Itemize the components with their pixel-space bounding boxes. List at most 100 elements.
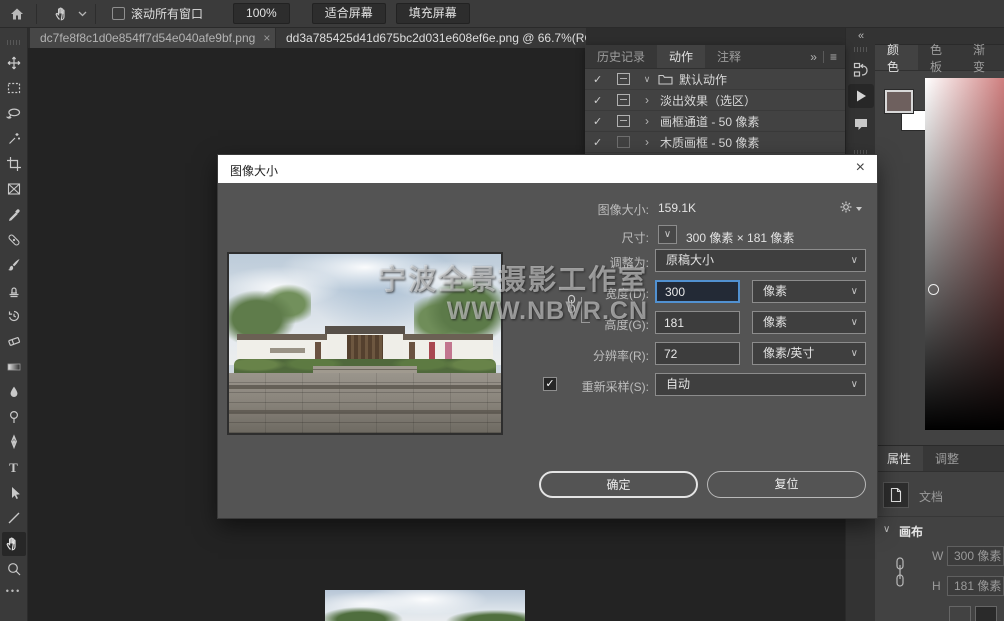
tab-swatches[interactable]: 色板 — [918, 45, 961, 70]
dialog-title-bar[interactable]: 图像大小 × — [218, 155, 877, 183]
tab-color[interactable]: 颜色 — [875, 45, 918, 70]
zoom-100-button[interactable]: 100% — [233, 3, 290, 24]
height-unit-dropdown[interactable]: 像素 ∨ — [752, 311, 866, 334]
pen-tool[interactable] — [2, 430, 26, 454]
fill-screen-button[interactable]: 填充屏幕 — [396, 3, 470, 24]
lasso-tool[interactable] — [2, 102, 26, 126]
ok-button[interactable]: 确定 — [539, 471, 698, 498]
document-tab-1[interactable]: dc7fe8f8c1d0e854ff7d54e040afe9bf.png × — [30, 28, 275, 48]
chevron-down-icon: ∨ — [851, 250, 858, 271]
chevron-right-icon[interactable]: › — [640, 114, 654, 128]
frame-tool[interactable] — [2, 177, 26, 201]
resample-checkbox[interactable]: ✓ — [543, 377, 557, 391]
collapse-panels-icon[interactable]: « — [846, 30, 876, 42]
options-bar: 滚动所有窗口 100% 适合屏幕 填充屏幕 — [0, 0, 1004, 28]
notes-panel-icon[interactable] — [848, 112, 874, 136]
tab-notes[interactable]: 注释 — [705, 45, 753, 68]
preview-image[interactable] — [227, 252, 503, 435]
eraser-tool[interactable] — [2, 329, 26, 353]
width-label: 宽度(D): — [605, 285, 649, 302]
marquee-tool[interactable] — [2, 76, 26, 100]
height-input[interactable] — [655, 311, 740, 334]
chevron-right-icon[interactable]: › — [640, 93, 654, 107]
eyedropper-tool[interactable] — [2, 203, 26, 227]
tab-actions[interactable]: 动作 — [657, 45, 705, 68]
resolution-unit-value: 像素/英寸 — [763, 346, 814, 360]
crop-tool[interactable] — [2, 152, 26, 176]
link-dimensions-icon[interactable] — [893, 556, 907, 588]
tab-history[interactable]: 历史记录 — [585, 45, 657, 68]
reset-button[interactable]: 复位 — [707, 471, 866, 498]
link-dimensions-icon[interactable] — [565, 294, 578, 314]
magic-wand-tool[interactable] — [2, 127, 26, 151]
canvas-height-value[interactable]: 181 像素 — [947, 576, 1004, 596]
resolution-unit-dropdown[interactable]: 像素/英寸 ∨ — [752, 342, 866, 365]
foreground-color-swatch[interactable] — [885, 90, 913, 113]
dimensions-chevron-icon[interactable]: ∨ — [658, 225, 677, 244]
width-unit-dropdown[interactable]: 像素 ∨ — [752, 280, 866, 303]
gear-icon[interactable] — [838, 199, 854, 215]
resample-dropdown[interactable]: 自动 ∨ — [655, 373, 866, 396]
home-icon[interactable] — [4, 2, 30, 26]
move-tool[interactable] — [2, 51, 26, 75]
action-row[interactable]: ✓ › 淡出效果（选区） — [585, 90, 845, 111]
tab-adjustments[interactable]: 调整 — [923, 446, 971, 471]
modal-control-icon[interactable] — [617, 94, 630, 106]
dodge-tool[interactable] — [2, 405, 26, 429]
line-tool[interactable] — [2, 506, 26, 530]
healing-brush-tool[interactable] — [2, 228, 26, 252]
chevron-down-icon: ∨ — [851, 312, 858, 333]
type-tool[interactable]: T — [2, 456, 26, 480]
panel-menu-icon[interactable]: ≡ — [830, 50, 837, 64]
modal-control-icon[interactable] — [617, 136, 630, 148]
zoom-tool[interactable] — [2, 557, 26, 581]
background-color-swatch[interactable] — [901, 110, 927, 131]
tab-properties[interactable]: 属性 — [875, 446, 923, 471]
panel-grip[interactable] — [7, 40, 21, 45]
action-row[interactable]: ✓ › 画框通道 - 50 像素 — [585, 111, 845, 132]
chevron-right-icon[interactable]: › — [640, 135, 654, 149]
color-picker-field[interactable] — [925, 78, 1004, 430]
panel-grip[interactable] — [854, 47, 868, 52]
dialog-title: 图像大小 — [230, 162, 278, 179]
play-actions-icon[interactable] — [848, 84, 874, 108]
more-tools-icon[interactable]: ••• — [6, 586, 21, 596]
blur-tool[interactable] — [2, 380, 26, 404]
hand-tool-icon[interactable] — [49, 2, 75, 26]
double-chevron-right-icon[interactable]: » — [810, 50, 817, 64]
hand-tool[interactable] — [2, 532, 26, 556]
scroll-all-windows-checkbox[interactable] — [112, 7, 125, 20]
path-select-tool[interactable] — [2, 481, 26, 505]
close-dialog-icon[interactable]: × — [856, 159, 865, 177]
resolution-input[interactable] — [655, 342, 740, 365]
tab-gradients[interactable]: 渐变 — [961, 45, 1004, 70]
modal-control-icon[interactable] — [617, 115, 630, 127]
history-brush-tool[interactable] — [2, 304, 26, 328]
check-icon[interactable]: ✓ — [593, 136, 607, 149]
canvas-icon[interactable] — [975, 606, 997, 621]
document-tab-2[interactable]: dd3a785425d41d675bc2d031e608ef6e.png @ 6… — [276, 28, 586, 48]
modal-control-icon[interactable] — [617, 73, 630, 85]
fit-screen-button[interactable]: 适合屏幕 — [312, 3, 386, 24]
clone-stamp-tool[interactable] — [2, 279, 26, 303]
width-input[interactable] — [655, 280, 740, 303]
preview-entrance — [327, 326, 403, 361]
action-row[interactable]: ✓ › 木质画框 - 50 像素 — [585, 132, 845, 153]
canvas-width-value[interactable]: 300 像素 — [947, 546, 1004, 566]
document-label: 文档 — [919, 488, 943, 505]
history-panel-icon[interactable] — [848, 58, 874, 82]
chevron-down-icon[interactable] — [75, 2, 89, 26]
color-cursor[interactable] — [928, 284, 939, 295]
brush-tool[interactable] — [2, 253, 26, 277]
check-icon[interactable]: ✓ — [593, 94, 607, 107]
check-icon[interactable]: ✓ — [593, 73, 607, 86]
close-tab-icon[interactable]: × — [263, 31, 270, 45]
artboard-icon[interactable] — [949, 606, 971, 621]
chevron-down-icon[interactable]: ∨ — [640, 74, 654, 85]
gradient-tool[interactable] — [2, 355, 26, 379]
chevron-down-icon[interactable]: ∨ — [883, 524, 890, 535]
check-icon[interactable]: ✓ — [593, 115, 607, 128]
fit-to-dropdown[interactable]: 原稿大小 ∨ — [655, 249, 866, 272]
action-row[interactable]: ✓ ∨ 默认动作 — [585, 69, 845, 90]
folder-icon — [658, 73, 673, 85]
